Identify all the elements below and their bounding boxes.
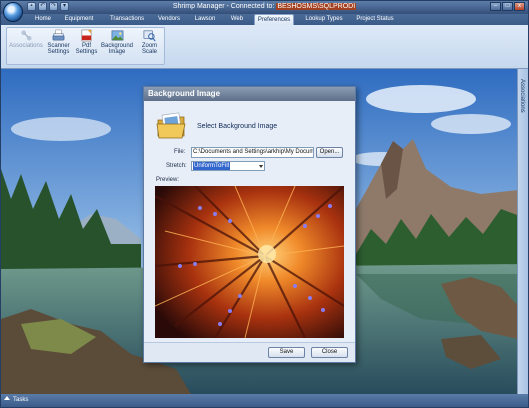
stretch-label: Stretch: bbox=[166, 163, 187, 169]
chevron-down-icon[interactable] bbox=[259, 165, 263, 168]
zoom-scale-line2: Scale bbox=[141, 49, 157, 55]
close-window-button[interactable]: x bbox=[514, 2, 525, 11]
background-image-line2: Image bbox=[108, 49, 126, 55]
close-button[interactable]: Close bbox=[311, 347, 348, 358]
tab-transactions[interactable]: Transactions bbox=[105, 14, 149, 25]
tab-vendors[interactable]: Vendors bbox=[153, 14, 185, 25]
sea-urchin-preview-image bbox=[155, 186, 344, 338]
associations-side-panel[interactable]: Associations bbox=[517, 69, 528, 394]
title-prefix: Shrimp Manager - Connected to: bbox=[172, 3, 277, 10]
tab-lawson[interactable]: Lawson bbox=[191, 14, 219, 25]
ribbon-tab-bar: Home Equipment Transactions Vendors Laws… bbox=[1, 14, 528, 25]
preferences-group: Associations Scanner Settings Pdf Settin… bbox=[6, 27, 165, 65]
scanner-icon bbox=[52, 29, 65, 41]
status-bar: Tasks bbox=[1, 394, 528, 407]
background-image-button[interactable]: Background Image bbox=[100, 29, 134, 55]
associations-button[interactable]: Associations bbox=[9, 29, 43, 49]
tab-project-status[interactable]: Project Status bbox=[353, 14, 397, 25]
preview-label: Preview: bbox=[156, 177, 180, 183]
open-button[interactable]: Open... bbox=[316, 147, 343, 158]
tab-web[interactable]: Web bbox=[226, 14, 248, 25]
tasks-label[interactable]: Tasks bbox=[13, 397, 28, 403]
scanner-settings-button[interactable]: Scanner Settings bbox=[45, 29, 72, 55]
zoom-icon bbox=[143, 30, 156, 42]
file-label: File: bbox=[174, 149, 186, 155]
minimize-button[interactable]: – bbox=[490, 2, 501, 11]
zoom-scale-button[interactable]: Zoom Scale bbox=[136, 29, 163, 55]
image-preview bbox=[155, 186, 344, 338]
dialog-heading: Select Background Image bbox=[197, 123, 278, 130]
associations-label: Associations bbox=[9, 43, 43, 49]
save-button[interactable]: Save bbox=[268, 347, 305, 358]
maximize-button[interactable]: □ bbox=[502, 2, 513, 11]
associations-panel-label: Associations bbox=[519, 79, 525, 113]
stretch-selected-value: UniformToFill bbox=[193, 162, 231, 170]
tab-preferences[interactable]: Preferences bbox=[254, 14, 294, 25]
dialog-footer: Save Close bbox=[144, 342, 355, 362]
background-image-dialog: Background Image Select Background Image… bbox=[143, 86, 356, 363]
scanner-settings-line2: Settings bbox=[47, 49, 70, 55]
tab-equipment[interactable]: Equipment bbox=[59, 14, 99, 25]
pdf-icon bbox=[81, 29, 92, 42]
tab-home[interactable]: Home bbox=[31, 14, 55, 25]
expand-tasks-icon[interactable] bbox=[4, 396, 10, 400]
ribbon-panel: Associations Scanner Settings Pdf Settin… bbox=[1, 25, 528, 69]
stretch-select[interactable]: UniformToFill bbox=[191, 161, 265, 171]
title-server: BESHOSMS\SQLPRODI bbox=[276, 3, 357, 10]
folder-icon bbox=[156, 112, 186, 139]
window-controls: – □ x bbox=[490, 2, 525, 11]
title-bar: ▪ ↶ ↷ ▾ Shrimp Manager - Connected to: B… bbox=[1, 1, 528, 14]
file-path-input[interactable]: C:\Documents and Settings\arkhip\My Docu… bbox=[191, 147, 314, 158]
app-window: ▪ ↶ ↷ ▾ Shrimp Manager - Connected to: B… bbox=[0, 0, 529, 408]
app-menu-orb-icon[interactable] bbox=[3, 2, 23, 22]
image-icon bbox=[111, 30, 123, 41]
pdf-settings-line2: Settings bbox=[75, 49, 98, 55]
pdf-settings-button[interactable]: Pdf Settings bbox=[74, 29, 99, 55]
associations-icon bbox=[20, 30, 32, 41]
tab-lookup-types[interactable]: Lookup Types bbox=[301, 14, 347, 25]
window-title: Shrimp Manager - Connected to: BESHOSMS\… bbox=[1, 3, 528, 10]
dialog-title: Background Image bbox=[144, 87, 355, 101]
